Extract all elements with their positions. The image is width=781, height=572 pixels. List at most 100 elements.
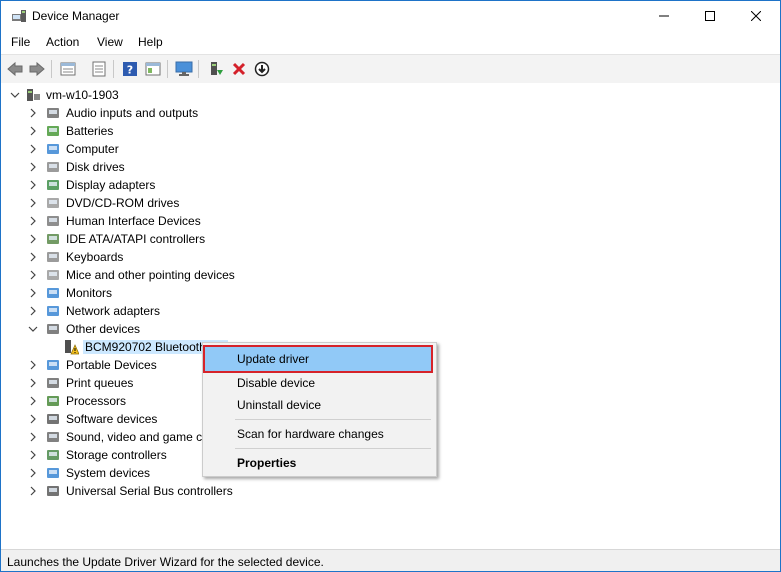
tree-item-label: Audio inputs and outputs — [66, 106, 199, 120]
tree-root-label: vm-w10-1903 — [46, 88, 119, 102]
chevron-right-icon[interactable] — [27, 197, 39, 209]
tree-item-label: Batteries — [66, 124, 114, 138]
chevron-right-icon[interactable] — [27, 233, 39, 245]
dvd-drive-icon — [45, 195, 61, 211]
menu-action[interactable]: Action — [46, 35, 79, 49]
title-bar[interactable]: Device Manager — [1, 1, 780, 31]
chevron-right-icon[interactable] — [27, 107, 39, 119]
menu-file[interactable]: File — [11, 35, 30, 49]
properties-sheet-button[interactable] — [58, 59, 78, 79]
show-hidden-icon — [91, 61, 107, 77]
tree-category-item[interactable]: Disk drives — [1, 158, 780, 176]
tree-category-item[interactable]: DVD/CD-ROM drives — [1, 194, 780, 212]
portable-device-icon — [45, 357, 61, 373]
menu-view[interactable]: View — [97, 35, 123, 49]
chevron-down-icon[interactable] — [9, 89, 21, 101]
chevron-right-icon[interactable] — [27, 251, 39, 263]
mouse-icon — [45, 267, 61, 283]
close-button[interactable] — [733, 1, 779, 31]
help-button[interactable]: ? — [120, 59, 140, 79]
tree-category-item[interactable]: Network adapters — [1, 302, 780, 320]
tree-item-label: Universal Serial Bus controllers — [66, 484, 233, 498]
context-properties[interactable]: Properties — [203, 452, 436, 474]
minimize-button[interactable] — [641, 1, 687, 31]
maximize-button[interactable] — [687, 1, 733, 31]
uninstall-button[interactable] — [229, 59, 249, 79]
console-tree-icon — [145, 61, 161, 77]
menu-bar: File Action View Help — [1, 31, 780, 53]
tree-item-label: Disk drives — [66, 160, 125, 174]
tree-category-item[interactable]: Mice and other pointing devices — [1, 266, 780, 284]
network-adapter-icon — [45, 303, 61, 319]
chevron-right-icon[interactable] — [27, 179, 39, 191]
show-hidden-button[interactable] — [89, 59, 109, 79]
chevron-right-icon[interactable] — [27, 449, 39, 461]
battery-icon — [45, 123, 61, 139]
console-tree-button[interactable] — [143, 59, 163, 79]
tree-item-label: Print queues — [66, 376, 134, 390]
chevron-right-icon[interactable] — [27, 161, 39, 173]
tree-item-label: IDE ATA/ATAPI controllers — [66, 232, 206, 246]
chevron-right-icon[interactable] — [27, 143, 39, 155]
speaker-icon — [45, 105, 61, 121]
scan-hardware-button[interactable] — [174, 59, 194, 79]
chevron-down-icon[interactable] — [27, 323, 39, 335]
tree-category-item[interactable]: Human Interface Devices — [1, 212, 780, 230]
tree-item-label: Software devices — [66, 412, 158, 426]
tree-category-item[interactable]: Computer — [1, 140, 780, 158]
context-update-driver[interactable]: Update driver — [203, 345, 433, 373]
tree-root[interactable]: vm-w10-1903 — [1, 86, 780, 104]
chevron-right-icon[interactable] — [27, 287, 39, 299]
toolbar-separator — [198, 60, 199, 78]
other-devices-icon — [45, 321, 61, 337]
tree-category-item[interactable]: Universal Serial Bus controllers — [1, 482, 780, 500]
chevron-right-icon[interactable] — [27, 395, 39, 407]
context-scan-hardware-label: Scan for hardware changes — [237, 427, 384, 441]
update-driver-button[interactable] — [206, 59, 226, 79]
tree-item-label: Monitors — [66, 286, 113, 300]
tree-item-label: Portable Devices — [66, 358, 157, 372]
chevron-right-icon[interactable] — [27, 269, 39, 281]
tree-category-item[interactable]: Batteries — [1, 122, 780, 140]
context-uninstall-device-label: Uninstall device — [237, 398, 322, 412]
status-bar: Launches the Update Driver Wizard for th… — [1, 549, 780, 571]
context-disable-device[interactable]: Disable device — [203, 372, 436, 394]
processor-icon — [45, 393, 61, 409]
tree-category-item[interactable]: Audio inputs and outputs — [1, 104, 780, 122]
toolbar: ? — [1, 54, 780, 84]
context-update-driver-label: Update driver — [237, 352, 310, 366]
tree-category-item[interactable]: Other devices — [1, 320, 780, 338]
chevron-right-icon[interactable] — [27, 215, 39, 227]
forward-icon — [29, 61, 45, 77]
chevron-right-icon[interactable] — [27, 467, 39, 479]
tree-item-label: Computer — [66, 142, 119, 156]
chevron-right-icon[interactable] — [27, 305, 39, 317]
forward-button[interactable] — [27, 59, 47, 79]
chevron-right-icon[interactable] — [27, 431, 39, 443]
back-icon — [7, 61, 23, 77]
context-uninstall-device[interactable]: Uninstall device — [203, 394, 436, 416]
storage-controller-icon — [45, 447, 61, 463]
usb-icon — [45, 483, 61, 499]
tree-category-item[interactable]: IDE ATA/ATAPI controllers — [1, 230, 780, 248]
monitor-icon — [175, 61, 193, 77]
disable-button[interactable] — [252, 59, 272, 79]
keyboard-icon — [45, 249, 61, 265]
tree-category-item[interactable]: Display adapters — [1, 176, 780, 194]
chevron-right-icon[interactable] — [27, 485, 39, 497]
context-scan-hardware[interactable]: Scan for hardware changes — [203, 423, 436, 445]
menu-help[interactable]: Help — [138, 35, 163, 49]
back-button[interactable] — [5, 59, 25, 79]
tree-item-label: System devices — [66, 466, 151, 480]
printer-icon — [45, 375, 61, 391]
context-separator — [235, 419, 431, 420]
tree-category-item[interactable]: Keyboards — [1, 248, 780, 266]
chevron-right-icon[interactable] — [27, 359, 39, 371]
chevron-right-icon[interactable] — [27, 413, 39, 425]
chevron-right-icon[interactable] — [27, 125, 39, 137]
chevron-right-icon[interactable] — [27, 377, 39, 389]
device-manager-window: Device Manager File Action View Help ? v… — [0, 0, 781, 572]
computer-root-icon — [25, 87, 41, 103]
context-menu: Update driver Disable device Uninstall d… — [202, 342, 437, 477]
tree-category-item[interactable]: Monitors — [1, 284, 780, 302]
